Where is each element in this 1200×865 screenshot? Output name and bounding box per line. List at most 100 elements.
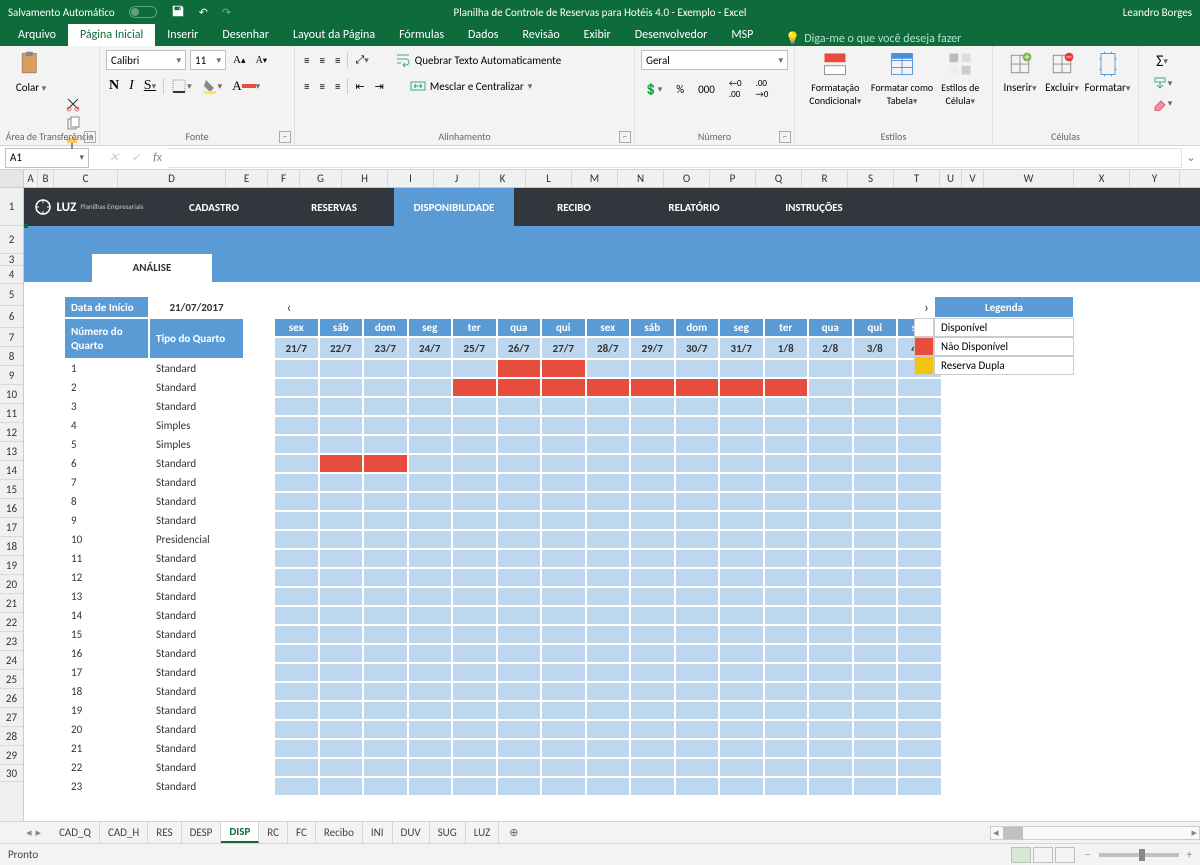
availability-cell[interactable] xyxy=(452,378,497,397)
alignment-launcher[interactable]: ⌐ xyxy=(619,131,631,143)
availability-cell[interactable] xyxy=(408,625,453,644)
orientation-icon[interactable]: ⤢▾ xyxy=(352,51,371,69)
availability-cell[interactable] xyxy=(408,359,453,378)
availability-cell[interactable] xyxy=(408,777,453,796)
availability-cell[interactable] xyxy=(853,701,898,720)
availability-cell[interactable] xyxy=(274,416,319,435)
availability-cell[interactable] xyxy=(630,587,675,606)
availability-cell[interactable] xyxy=(274,701,319,720)
availability-cell[interactable] xyxy=(586,663,631,682)
availability-cell[interactable] xyxy=(719,568,764,587)
availability-cell[interactable] xyxy=(274,568,319,587)
availability-cell[interactable] xyxy=(675,397,720,416)
availability-cell[interactable] xyxy=(319,492,364,511)
availability-cell[interactable] xyxy=(497,378,542,397)
availability-cell[interactable] xyxy=(319,454,364,473)
availability-cell[interactable] xyxy=(719,511,764,530)
availability-cell[interactable] xyxy=(897,435,942,454)
availability-cell[interactable] xyxy=(586,644,631,663)
availability-cell[interactable] xyxy=(808,359,853,378)
decrease-font-icon[interactable]: A▾ xyxy=(253,53,270,68)
col-header[interactable]: T xyxy=(894,170,940,187)
font-launcher[interactable]: ⌐ xyxy=(279,131,291,143)
availability-cell[interactable] xyxy=(274,473,319,492)
availability-cell[interactable] xyxy=(675,758,720,777)
row-header[interactable]: 17 xyxy=(0,518,23,537)
availability-cell[interactable] xyxy=(586,397,631,416)
row-header[interactable]: 6 xyxy=(0,306,23,328)
row-header[interactable]: 9 xyxy=(0,366,23,385)
availability-cell[interactable] xyxy=(853,625,898,644)
row-header[interactable]: 3 xyxy=(0,254,23,266)
col-header[interactable]: N xyxy=(618,170,664,187)
availability-cell[interactable] xyxy=(497,587,542,606)
availability-cell[interactable] xyxy=(764,549,809,568)
availability-cell[interactable] xyxy=(764,568,809,587)
availability-cell[interactable] xyxy=(274,663,319,682)
availability-cell[interactable] xyxy=(764,530,809,549)
availability-cell[interactable] xyxy=(764,663,809,682)
availability-cell[interactable] xyxy=(719,530,764,549)
number-format-select[interactable]: Geral▾ xyxy=(641,50,788,70)
availability-cell[interactable] xyxy=(319,549,364,568)
availability-cell[interactable] xyxy=(452,777,497,796)
availability-cell[interactable] xyxy=(586,549,631,568)
availability-cell[interactable] xyxy=(408,549,453,568)
availability-cell[interactable] xyxy=(675,359,720,378)
prev-page-button[interactable]: ‹ xyxy=(274,296,304,318)
sheet-tab-sug[interactable]: SUG xyxy=(430,822,466,843)
align-middle-icon[interactable]: ≡ xyxy=(316,52,327,69)
align-right-icon[interactable]: ≡ xyxy=(332,78,343,95)
availability-cell[interactable] xyxy=(363,606,408,625)
availability-cell[interactable] xyxy=(853,416,898,435)
availability-cell[interactable] xyxy=(497,359,542,378)
availability-cell[interactable] xyxy=(586,511,631,530)
sheet-tab-ini[interactable]: INI xyxy=(363,822,393,843)
autosave-toggle[interactable] xyxy=(129,6,157,18)
availability-cell[interactable] xyxy=(452,416,497,435)
col-header[interactable]: J xyxy=(434,170,480,187)
availability-cell[interactable] xyxy=(897,568,942,587)
row-header[interactable]: 14 xyxy=(0,461,23,480)
availability-cell[interactable] xyxy=(541,644,586,663)
availability-cell[interactable] xyxy=(808,720,853,739)
row-header[interactable]: 28 xyxy=(0,727,23,746)
row-header[interactable]: 30 xyxy=(0,765,23,782)
availability-cell[interactable] xyxy=(363,378,408,397)
availability-cell[interactable] xyxy=(452,720,497,739)
availability-cell[interactable] xyxy=(363,663,408,682)
ribbon-tab-exibir[interactable]: Exibir xyxy=(572,24,623,46)
availability-cell[interactable] xyxy=(630,625,675,644)
availability-cell[interactable] xyxy=(452,758,497,777)
tab-nav-first-icon[interactable]: ◂ xyxy=(24,826,34,839)
availability-cell[interactable] xyxy=(808,549,853,568)
col-header[interactable]: A xyxy=(24,170,38,187)
availability-cell[interactable] xyxy=(408,378,453,397)
availability-cell[interactable] xyxy=(630,511,675,530)
availability-cell[interactable] xyxy=(675,663,720,682)
zoom-in-icon[interactable]: + xyxy=(1187,848,1192,861)
availability-cell[interactable] xyxy=(274,777,319,796)
availability-cell[interactable] xyxy=(897,530,942,549)
row-header[interactable]: 29 xyxy=(0,746,23,765)
row-header[interactable]: 18 xyxy=(0,537,23,556)
availability-cell[interactable] xyxy=(408,568,453,587)
save-icon[interactable] xyxy=(171,4,185,21)
availability-cell[interactable] xyxy=(274,758,319,777)
availability-cell[interactable] xyxy=(363,549,408,568)
view-normal-icon[interactable] xyxy=(1011,847,1031,863)
availability-cell[interactable] xyxy=(319,720,364,739)
col-header[interactable]: K xyxy=(480,170,526,187)
col-header[interactable]: B xyxy=(38,170,54,187)
availability-cell[interactable] xyxy=(363,359,408,378)
availability-cell[interactable] xyxy=(719,549,764,568)
availability-cell[interactable] xyxy=(274,625,319,644)
availability-cell[interactable] xyxy=(408,397,453,416)
availability-cell[interactable] xyxy=(541,378,586,397)
availability-cell[interactable] xyxy=(363,530,408,549)
availability-cell[interactable] xyxy=(897,587,942,606)
font-name-select[interactable]: Calibri▾ xyxy=(106,50,186,70)
availability-cell[interactable] xyxy=(630,777,675,796)
availability-cell[interactable] xyxy=(497,682,542,701)
availability-cell[interactable] xyxy=(764,511,809,530)
